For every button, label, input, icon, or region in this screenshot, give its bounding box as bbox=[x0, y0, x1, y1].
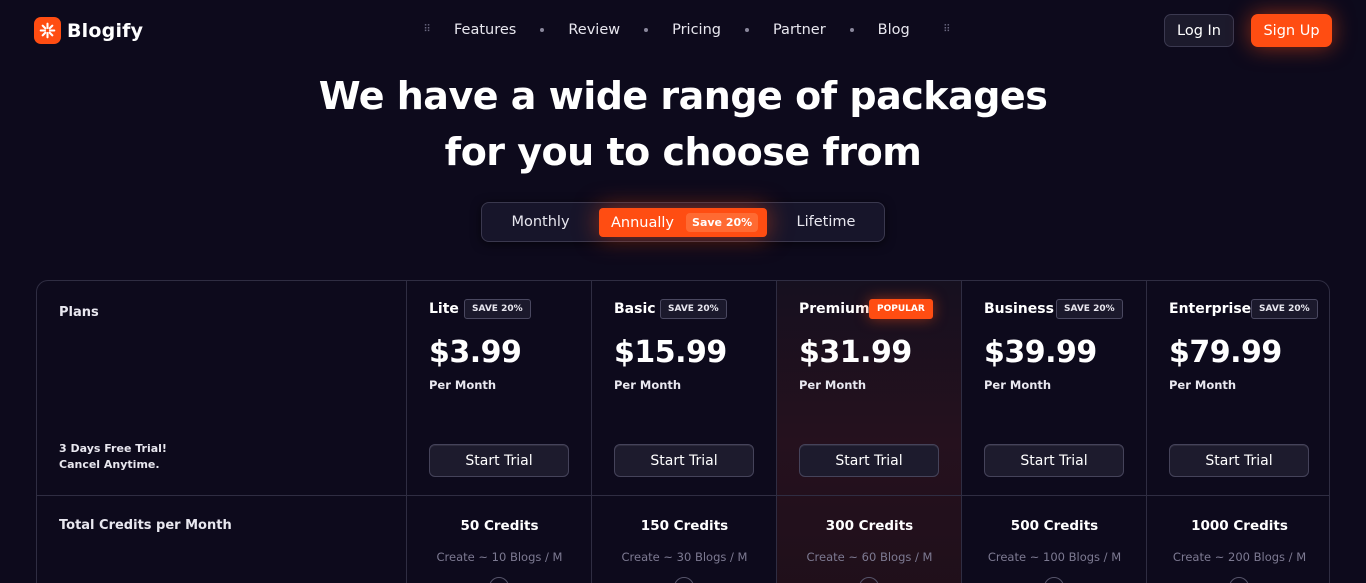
nav-link-blog[interactable]: Blog bbox=[878, 22, 910, 38]
toggle-annually-label: Annually bbox=[611, 214, 675, 231]
plan-column-premium: Premium POPULAR $31.99 Per Month Start T… bbox=[777, 281, 962, 583]
nav-separator-dot bbox=[849, 28, 854, 32]
toggle-lifetime[interactable]: Lifetime bbox=[767, 203, 885, 241]
save-badge: SAVE 20% bbox=[660, 299, 727, 319]
plans-heading: Plans bbox=[59, 305, 99, 320]
credits-row-label: Total Credits per Month bbox=[59, 518, 232, 533]
start-trial-button[interactable]: Start Trial bbox=[429, 444, 569, 477]
plan-name: Business bbox=[984, 301, 1054, 317]
nav-separator-dot bbox=[540, 28, 545, 32]
grip-dots-icon: ⠿ bbox=[423, 24, 431, 35]
plan-period: Per Month bbox=[1169, 378, 1237, 392]
info-circle-icon[interactable] bbox=[1229, 577, 1249, 583]
plan-column-business: Business SAVE 20% $39.99 Per Month Start… bbox=[962, 281, 1147, 583]
info-circle-icon[interactable] bbox=[674, 577, 694, 583]
brand-name: Blogify bbox=[67, 19, 144, 42]
plan-period: Per Month bbox=[429, 378, 497, 392]
flower-logo-icon bbox=[34, 17, 61, 44]
top-navbar: Blogify ⠿ Features Review Pricing Partne… bbox=[0, 0, 1366, 62]
plan-name: Enterprise bbox=[1169, 301, 1252, 317]
plan-blogs-estimate: Create ~ 10 Blogs / M bbox=[436, 550, 563, 564]
plan-period: Per Month bbox=[984, 378, 1052, 392]
popular-badge: POPULAR bbox=[869, 299, 933, 319]
save-badge: SAVE 20% bbox=[1056, 299, 1123, 319]
signup-button[interactable]: Sign Up bbox=[1251, 14, 1332, 47]
free-trial-line: 3 Days Free Trial! bbox=[59, 442, 167, 455]
plan-credits: 50 Credits bbox=[460, 518, 539, 534]
save-badge: SAVE 20% bbox=[464, 299, 531, 319]
plan-column-lite: Lite SAVE 20% $3.99 Per Month Start Tria… bbox=[407, 281, 592, 583]
plan-blogs-estimate: Create ~ 60 Blogs / M bbox=[806, 550, 933, 564]
nav-link-review[interactable]: Review bbox=[568, 22, 620, 38]
start-trial-button[interactable]: Start Trial bbox=[984, 444, 1124, 477]
info-circle-icon[interactable] bbox=[489, 577, 509, 583]
plan-period: Per Month bbox=[799, 378, 867, 392]
toggle-annually[interactable]: Annually Save 20% bbox=[599, 208, 767, 237]
plan-column-enterprise: Enterprise SAVE 20% $79.99 Per Month Sta… bbox=[1147, 281, 1329, 583]
plan-credits: 1000 Credits bbox=[1191, 518, 1288, 534]
page-title: We have a wide range of packages for you… bbox=[0, 68, 1366, 180]
free-trial-note: 3 Days Free Trial! Cancel Anytime. bbox=[59, 441, 167, 473]
plan-name: Premium bbox=[799, 301, 870, 317]
page-title-line-1: We have a wide range of packages bbox=[318, 74, 1048, 118]
save-badge: SAVE 20% bbox=[1251, 299, 1318, 319]
brand-logo[interactable]: Blogify bbox=[34, 17, 143, 44]
plan-credits: 150 Credits bbox=[640, 518, 729, 534]
start-trial-button[interactable]: Start Trial bbox=[1169, 444, 1309, 477]
login-button[interactable]: Log In bbox=[1164, 14, 1234, 47]
nav-separator-dot bbox=[644, 28, 649, 32]
plan-credits: 500 Credits bbox=[1010, 518, 1099, 534]
plan-credits: 300 Credits bbox=[825, 518, 914, 534]
plan-name: Lite bbox=[429, 301, 459, 317]
plan-blogs-estimate: Create ~ 100 Blogs / M bbox=[987, 550, 1122, 564]
plan-period: Per Month bbox=[614, 378, 682, 392]
plan-blogs-estimate: Create ~ 200 Blogs / M bbox=[1172, 550, 1307, 564]
nav-separator-dot bbox=[744, 28, 749, 32]
save-badge: Save 20% bbox=[686, 213, 759, 232]
start-trial-button[interactable]: Start Trial bbox=[614, 444, 754, 477]
plan-name: Basic bbox=[614, 301, 656, 317]
toggle-monthly[interactable]: Monthly bbox=[482, 203, 599, 241]
start-trial-button[interactable]: Start Trial bbox=[799, 444, 939, 477]
pricing-table: Plans 3 Days Free Trial! Cancel Anytime.… bbox=[36, 280, 1330, 583]
plan-price: $39.99 bbox=[984, 335, 1097, 370]
cancel-anytime-line: Cancel Anytime. bbox=[59, 458, 160, 471]
plan-price: $3.99 bbox=[429, 335, 522, 370]
nav-link-partner[interactable]: Partner bbox=[773, 22, 826, 38]
nav-links: ⠿ Features Review Pricing Partner Blog ⠿ bbox=[420, 18, 954, 42]
plan-column-basic: Basic SAVE 20% $15.99 Per Month Start Tr… bbox=[592, 281, 777, 583]
plan-price: $15.99 bbox=[614, 335, 727, 370]
nav-link-features[interactable]: Features bbox=[454, 22, 516, 38]
plan-blogs-estimate: Create ~ 30 Blogs / M bbox=[621, 550, 748, 564]
plan-price: $31.99 bbox=[799, 335, 912, 370]
page-title-line-2: for you to choose from bbox=[444, 130, 922, 174]
billing-period-toggle: Monthly Annually Save 20% Lifetime bbox=[481, 202, 885, 242]
info-circle-icon[interactable] bbox=[1044, 577, 1064, 583]
grip-dots-icon: ⠿ bbox=[943, 24, 951, 35]
plan-price: $79.99 bbox=[1169, 335, 1282, 370]
info-circle-icon[interactable] bbox=[859, 577, 879, 583]
nav-link-pricing[interactable]: Pricing bbox=[672, 22, 721, 38]
